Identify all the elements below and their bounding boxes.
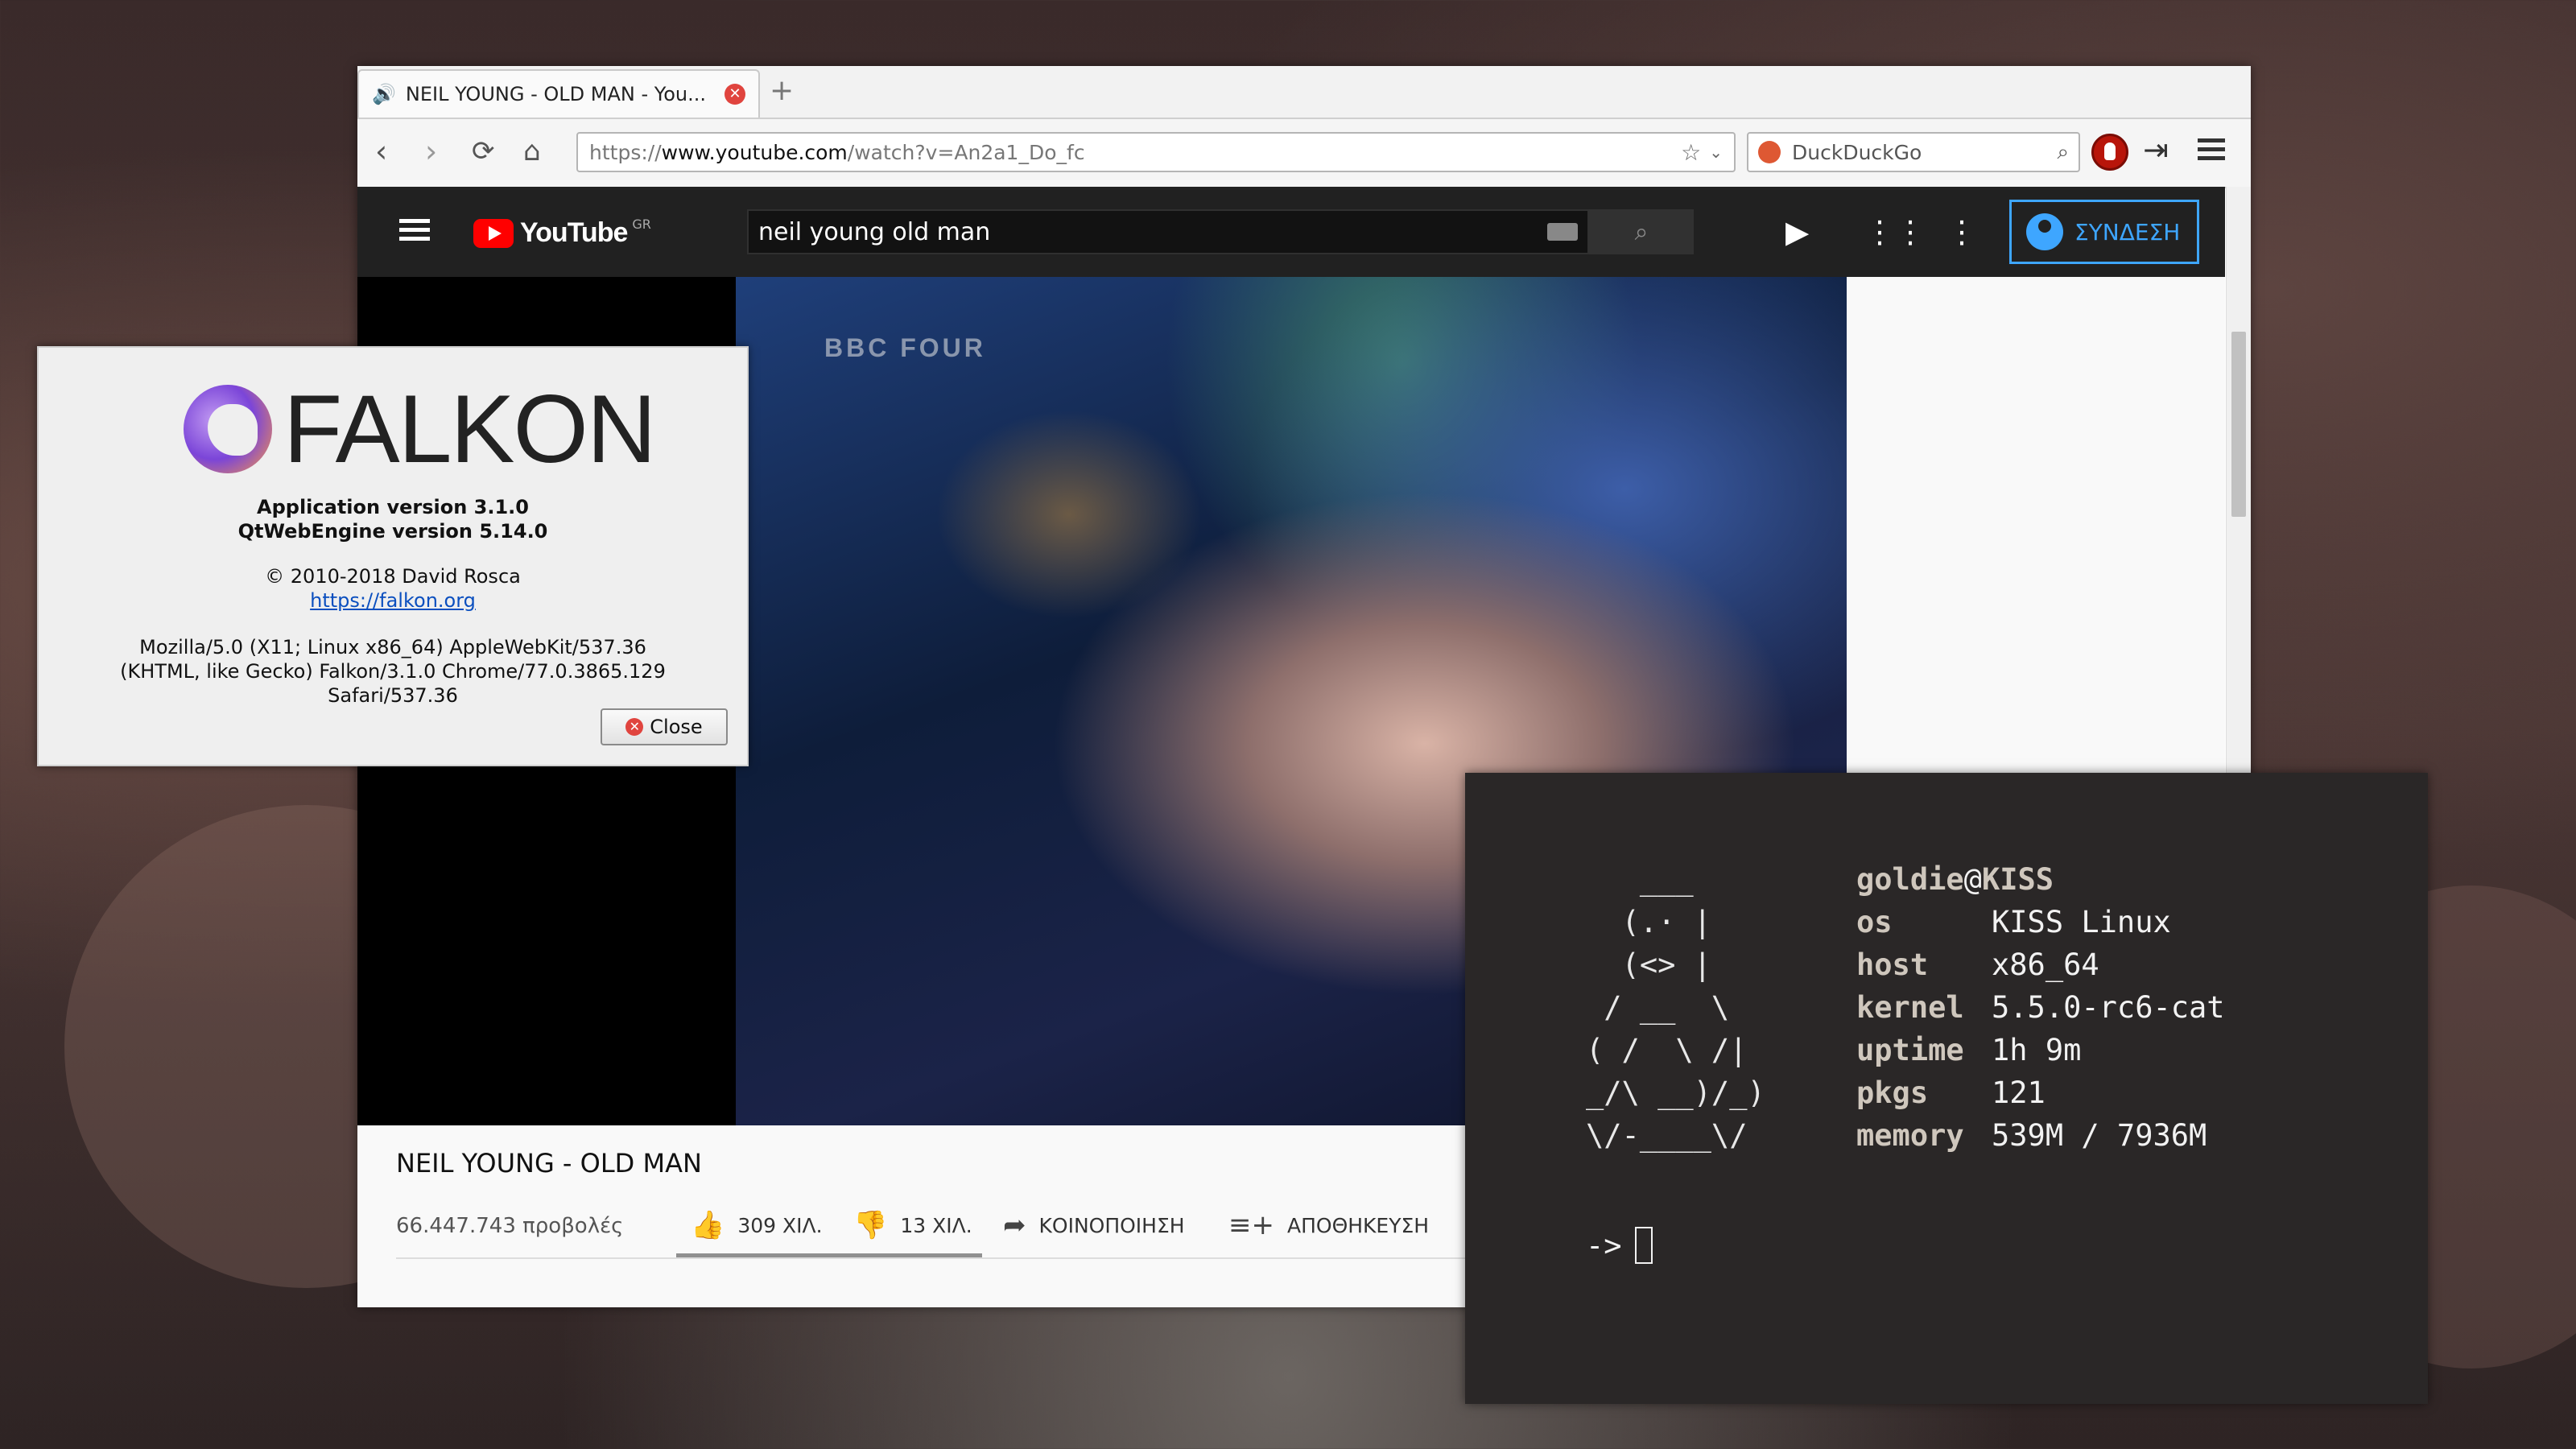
username: goldie <box>1856 862 1964 897</box>
info-key: uptime <box>1856 1033 1964 1067</box>
save-button[interactable]: ≡+ ΑΠΟΘΗΚΕΥΣΗ <box>1228 1209 1429 1241</box>
dislike-button[interactable]: 👎 13 ΧΙΛ. <box>853 1209 972 1241</box>
menu-icon[interactable] <box>2198 134 2225 165</box>
tab-bar: 🔊 NEIL YOUNG - OLD MAN - You... ✕ + <box>357 66 2251 119</box>
about-dialog: FALKON Application version 3.1.0 QtWebEn… <box>37 346 749 766</box>
account-icon <box>2026 213 2063 250</box>
youtube-wordmark: YouTube <box>520 217 628 248</box>
info-key: os <box>1856 905 1893 939</box>
search-query: neil young old man <box>758 217 991 246</box>
youtube-play-icon <box>473 218 514 248</box>
info-value: 1h 9m <box>1992 1033 2082 1067</box>
info-value: 539M / 7936M <box>1992 1118 2207 1153</box>
scrollbar-thumb[interactable] <box>2231 332 2246 517</box>
search-icon[interactable]: ⌕ <box>2057 140 2069 165</box>
hostname: KISS <box>1981 862 2054 897</box>
thumbs-up-icon: 👍 <box>691 1209 725 1241</box>
guide-menu-icon[interactable] <box>399 214 430 246</box>
save-label: ΑΠΟΘΗΚΕΥΣΗ <box>1286 1213 1430 1237</box>
close-label: Close <box>650 716 703 738</box>
thumbs-down-icon: 👎 <box>853 1209 888 1241</box>
more-options-icon[interactable]: ⋮ <box>1946 214 1977 250</box>
user-agent-line-2: (KHTML, like Gecko) Falkon/3.1.0 Chrome/… <box>120 660 666 683</box>
duckduckgo-icon <box>1758 141 1781 163</box>
divider <box>396 1257 1475 1259</box>
falkon-wordmark: FALKON <box>283 375 656 483</box>
search-placeholder: DuckDuckGo <box>1792 140 1922 164</box>
url-bar[interactable]: ⓘ https://www.youtube.com/watch?v=An2a1_… <box>576 132 1736 251</box>
info-key: kernel <box>1856 990 1964 1025</box>
youtube-logo[interactable]: YouTube GR <box>473 217 651 249</box>
channel-watermark: BBC FOUR <box>824 333 986 362</box>
website-line: https://falkon.org <box>39 589 747 612</box>
info-value: 121 <box>1992 1075 2046 1110</box>
info-value: KISS Linux <box>1992 905 2171 939</box>
website-link[interactable]: https://falkon.org <box>310 589 476 612</box>
user-agent-line-3: Safari/537.36 <box>328 684 458 707</box>
share-icon: ➦ <box>1003 1209 1026 1241</box>
close-tab-icon[interactable]: ✕ <box>724 84 745 105</box>
search-icon: ⌕ <box>1634 217 1649 246</box>
signin-label: ΣΥΝΔΕΣΗ <box>2074 218 2181 246</box>
falkon-icon <box>184 385 272 473</box>
shell-prompt[interactable]: -> <box>1586 1227 1653 1264</box>
like-button[interactable]: 👍 309 ΧΙΛ. <box>691 1209 823 1241</box>
home-icon[interactable]: ⌂ <box>523 135 541 167</box>
user-host: goldie @ KISS <box>1856 858 2225 901</box>
info-row: pkgs 121 <box>1856 1071 2225 1114</box>
system-info: goldie @ KISS os KISS Linux host x86_64 kern… <box>1856 858 2225 1157</box>
keyboard-icon[interactable] <box>1547 223 1578 241</box>
info-value: x86_64 <box>1992 947 2099 982</box>
info-row: uptime 1h 9m <box>1856 1029 2225 1071</box>
at-sign: @ <box>1963 862 1982 897</box>
share-button[interactable]: ➦ ΚΟΙΝΟΠΟΙΗΣΗ <box>1003 1209 1185 1241</box>
video-title: NEIL YOUNG - OLD MAN <box>396 1148 702 1179</box>
chevron-down-icon[interactable]: ⌄ <box>1709 142 1723 162</box>
sidebar-toggle-icon[interactable]: ⇥ <box>2143 132 2169 167</box>
tab-youtube[interactable]: 🔊 NEIL YOUNG - OLD MAN - You... ✕ <box>357 69 760 118</box>
url-text: https://www.youtube.com/watch?v=An2a1_Do… <box>589 140 1085 164</box>
playlist-add-icon: ≡+ <box>1228 1209 1274 1241</box>
back-icon[interactable]: ‹ <box>375 135 387 167</box>
app-version: Application version 3.1.0 <box>257 496 529 518</box>
engine-version: QtWebEngine version 5.14.0 <box>237 520 548 543</box>
signin-button[interactable]: ΣΥΝΔΕΣΗ <box>2009 200 2199 264</box>
like-count: 309 ΧΙΛ. <box>737 1213 823 1237</box>
create-video-icon[interactable]: ▶ <box>1785 214 1809 250</box>
info-row: os KISS Linux <box>1856 901 2225 943</box>
info-key: pkgs <box>1856 1075 1929 1110</box>
info-value: 5.5.0-rc6-cat <box>1992 990 2225 1025</box>
country-code: GR <box>632 217 651 232</box>
info-key: memory <box>1856 1118 1964 1153</box>
ascii-logo: ___ (.· | (<> | / __ \ ( / \ /| _/\ __)/… <box>1586 862 1765 1153</box>
copyright: © 2010-2018 David Rosca <box>265 565 521 588</box>
info-key: host <box>1856 947 1929 982</box>
navigation-bar: ‹ › ⟳ ⌂ ⓘ https://www.youtube.com/watch?… <box>357 119 2251 251</box>
reload-icon[interactable]: ⟳ <box>472 135 495 167</box>
text-cursor <box>1634 1227 1653 1264</box>
view-count: 66.447.743 προβολές <box>396 1214 624 1238</box>
forward-icon[interactable]: › <box>425 135 437 167</box>
youtube-search-input[interactable]: neil young old man <box>747 209 1589 254</box>
share-label: ΚΟΙΝΟΠΟΙΗΣΗ <box>1038 1213 1185 1237</box>
close-button[interactable]: ✕ Close <box>601 708 728 745</box>
user-agent-line-1: Mozilla/5.0 (X11; Linux x86_64) AppleWeb… <box>139 636 646 658</box>
info-row: kernel 5.5.0-rc6-cat <box>1856 986 2225 1029</box>
speaker-icon[interactable]: 🔊 <box>372 83 396 105</box>
youtube-header: YouTube GR neil young old man ⌕ ▶ ⋮⋮ ⋮ Σ… <box>357 187 2225 277</box>
info-row: memory 539M / 7936M <box>1856 1114 2225 1157</box>
falkon-logo: FALKON <box>184 375 656 483</box>
ublock-icon[interactable] <box>2091 134 2128 171</box>
prompt-symbol: -> <box>1586 1228 1622 1263</box>
youtube-search-button[interactable]: ⌕ <box>1589 209 1694 254</box>
apps-grid-icon[interactable]: ⋮⋮ <box>1864 214 1926 250</box>
tab-title: NEIL YOUNG - OLD MAN - You... <box>405 83 706 105</box>
new-tab-button[interactable]: + <box>770 74 794 107</box>
bookmark-star-icon[interactable]: ☆ <box>1681 139 1701 166</box>
close-icon: ✕ <box>625 718 644 736</box>
web-search-bar[interactable]: DuckDuckGo ⌕ <box>1747 132 2080 172</box>
info-row: host x86_64 <box>1856 943 2225 986</box>
dislike-count: 13 ΧΙΛ. <box>900 1213 972 1237</box>
terminal-window[interactable]: ___ (.· | (<> | / __ \ ( / \ /| _/\ __)/… <box>1465 773 2428 1404</box>
